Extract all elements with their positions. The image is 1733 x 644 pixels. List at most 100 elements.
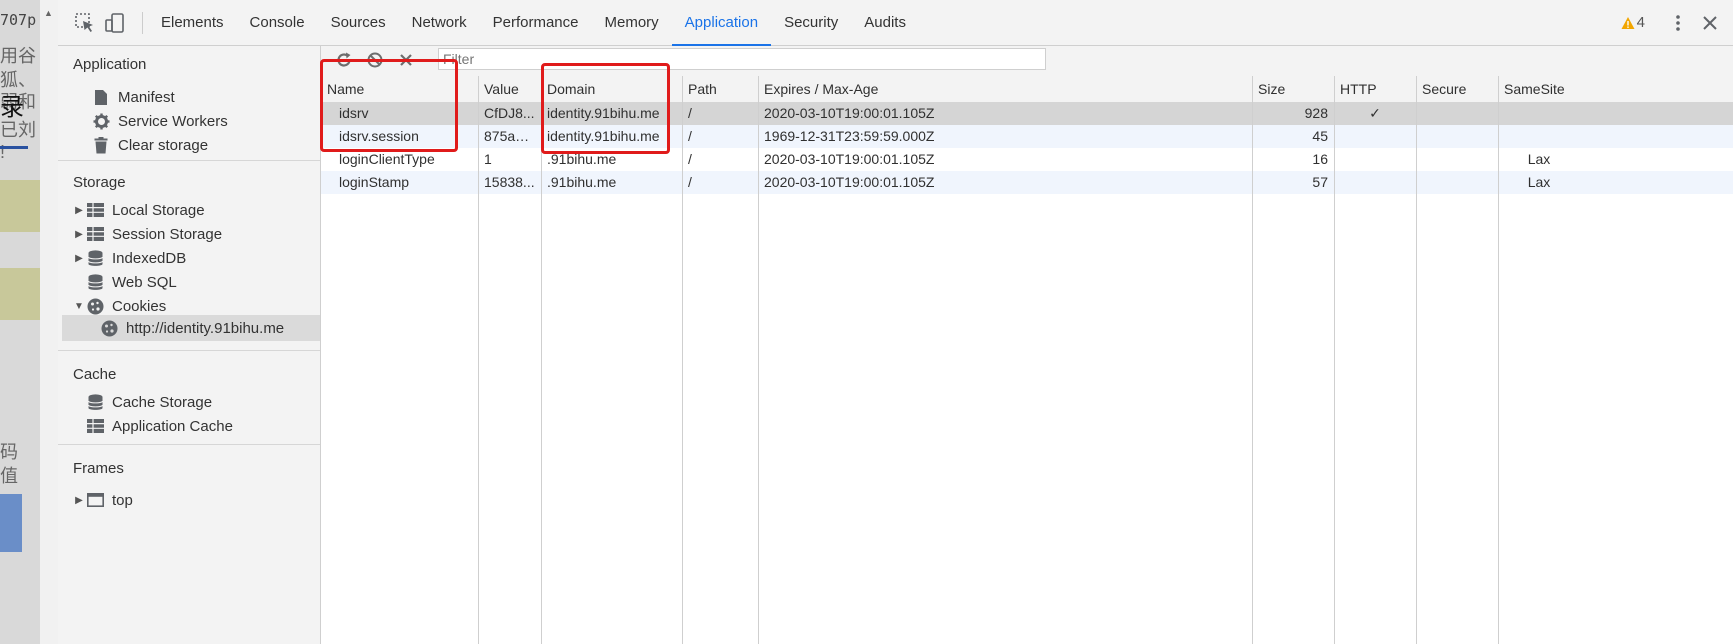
tab-performance[interactable]: Performance	[480, 0, 592, 46]
table-row[interactable]: idsrv.session 875a5c... identity.91bihu.…	[321, 125, 1733, 148]
tab-security[interactable]: Security	[771, 0, 851, 46]
section-title-frames: Frames	[73, 460, 124, 477]
sidebar-item-label: Local Storage	[112, 201, 205, 219]
scroll-up-arrow-icon[interactable]: ▲	[44, 8, 53, 18]
column-header-path[interactable]: Path	[682, 76, 758, 102]
sidebar-item-label: Session Storage	[112, 225, 223, 243]
warnings-counter[interactable]: 4	[1621, 14, 1645, 31]
sidebar-item-web-sql[interactable]: Web SQL	[86, 270, 177, 294]
tab-application[interactable]: Application	[671, 0, 772, 46]
column-header-secure[interactable]: Secure	[1416, 76, 1498, 102]
section-title-storage: Storage	[73, 174, 126, 191]
cookie-path: /	[688, 128, 692, 144]
sidebar-item-cookie-origin[interactable]: http://identity.91bihu.me	[100, 316, 284, 340]
database-icon	[86, 249, 104, 267]
column-header-samesite[interactable]: SameSite	[1498, 76, 1733, 102]
bg-button	[0, 494, 22, 552]
close-icon[interactable]	[1699, 12, 1721, 34]
bg-text: !	[0, 142, 6, 162]
bg-text: 录	[0, 94, 24, 121]
filter-input[interactable]	[438, 48, 1046, 70]
tab-audits[interactable]: Audits	[851, 0, 919, 46]
table-row[interactable]: loginClientType 1 .91bihu.me / 2020-03-1…	[321, 148, 1733, 171]
background-page-strip: 707p 用谷 狐、 弱和 录 已刘 ! 码 值	[0, 0, 40, 644]
device-toolbar-icon[interactable]	[104, 12, 126, 34]
cookie-expires: 1969-12-31T23:59:59.000Z	[764, 128, 935, 144]
cookie-http-only	[1334, 171, 1416, 194]
sidebar-item-indexeddb[interactable]: ▶ IndexedDB	[72, 246, 186, 270]
column-header-http[interactable]: HTTP	[1334, 76, 1416, 102]
column-header-size[interactable]: Size	[1252, 76, 1334, 102]
sidebar-item-frame-top[interactable]: ▶ top	[72, 488, 133, 512]
sidebar-item-application-cache[interactable]: Application Cache	[86, 414, 233, 438]
cookie-size: 57	[1312, 174, 1328, 190]
cookie-name: loginStamp	[339, 174, 410, 190]
column-header-value[interactable]: Value	[478, 76, 541, 102]
column-header-expires[interactable]: Expires / Max-Age	[758, 76, 1252, 102]
panel-tabs: Elements Console Sources Network Perform…	[148, 0, 919, 46]
cookies-table: Name Value Domain Path Expires / Max-Age…	[321, 76, 1733, 644]
column-divider[interactable]	[1252, 76, 1253, 644]
sidebar-item-label: Cookies	[112, 297, 167, 315]
gear-icon	[92, 112, 110, 130]
tab-console[interactable]: Console	[237, 0, 318, 46]
bg-text: 码	[0, 442, 18, 462]
column-divider[interactable]	[1416, 76, 1417, 644]
cookie-domain: .91bihu.me	[547, 174, 617, 190]
expand-arrow-icon[interactable]: ▶	[72, 253, 86, 264]
tab-network[interactable]: Network	[399, 0, 480, 46]
sidebar-item-clear-storage[interactable]: Clear storage	[92, 133, 208, 157]
file-icon	[92, 88, 110, 106]
column-divider[interactable]	[682, 76, 683, 644]
column-divider[interactable]	[478, 76, 479, 644]
sidebar-item-service-workers[interactable]: Service Workers	[92, 109, 228, 133]
bg-block	[0, 180, 40, 232]
expand-arrow-icon[interactable]: ▶	[72, 205, 86, 216]
sidebar-item-label: Manifest	[118, 88, 175, 106]
cookie-value: CfDJ8...	[484, 105, 535, 121]
table-header: Name Value Domain Path Expires / Max-Age…	[321, 76, 1733, 103]
sidebar-item-label: IndexedDB	[112, 249, 187, 267]
cookie-http-only: ✓	[1369, 105, 1381, 121]
table-row[interactable]: idsrv CfDJ8... identity.91bihu.me / 2020…	[321, 102, 1733, 125]
cookie-value: 1	[484, 151, 492, 167]
column-divider[interactable]	[541, 76, 542, 644]
tab-memory[interactable]: Memory	[592, 0, 672, 46]
application-sidebar: Application Manifest Service Workers Cle…	[58, 46, 321, 644]
cookie-value: 875a5c...	[484, 128, 541, 144]
bg-block	[0, 268, 40, 320]
cookie-samesite: Lax	[1527, 174, 1551, 190]
expand-arrow-icon[interactable]: ▶	[72, 495, 86, 506]
bg-text: 已刘	[0, 120, 36, 140]
sidebar-item-manifest[interactable]: Manifest	[92, 85, 175, 109]
tab-sources[interactable]: Sources	[318, 0, 399, 46]
column-divider[interactable]	[1334, 76, 1335, 644]
bg-underline	[0, 146, 28, 149]
section-title-application: Application	[73, 56, 147, 73]
sidebar-item-local-storage[interactable]: ▶ Local Storage	[72, 198, 205, 222]
column-divider[interactable]	[1498, 76, 1499, 644]
cookie-icon	[100, 319, 118, 337]
page-scrollbar[interactable]: ▲	[40, 0, 59, 644]
collapse-arrow-icon[interactable]: ▼	[72, 301, 86, 312]
cookie-size: 16	[1312, 151, 1328, 167]
sidebar-item-session-storage[interactable]: ▶ Session Storage	[72, 222, 222, 246]
column-divider[interactable]	[758, 76, 759, 644]
tab-elements[interactable]: Elements	[148, 0, 237, 46]
cookie-expires: 2020-03-10T19:00:01.105Z	[764, 151, 935, 167]
cookie-expires: 2020-03-10T19:00:01.105Z	[764, 105, 935, 121]
table-grid-icon	[86, 417, 104, 435]
annotation-highlight-name-column	[320, 59, 458, 152]
sidebar-item-cache-storage[interactable]: Cache Storage	[86, 390, 212, 414]
sidebar-item-label: http://identity.91bihu.me	[126, 319, 285, 337]
inspect-element-icon[interactable]	[74, 12, 96, 34]
more-menu-icon[interactable]	[1667, 12, 1689, 34]
bg-text: 值	[0, 466, 18, 486]
expand-arrow-icon[interactable]: ▶	[72, 229, 86, 240]
sidebar-item-label: top	[112, 491, 133, 509]
table-row[interactable]: loginStamp 15838... .91bihu.me / 2020-03…	[321, 171, 1733, 194]
trash-icon	[92, 136, 110, 154]
sidebar-item-label: Application Cache	[112, 417, 233, 435]
cookie-expires: 2020-03-10T19:00:01.105Z	[764, 174, 935, 190]
annotation-highlight-domain-column	[541, 63, 670, 154]
